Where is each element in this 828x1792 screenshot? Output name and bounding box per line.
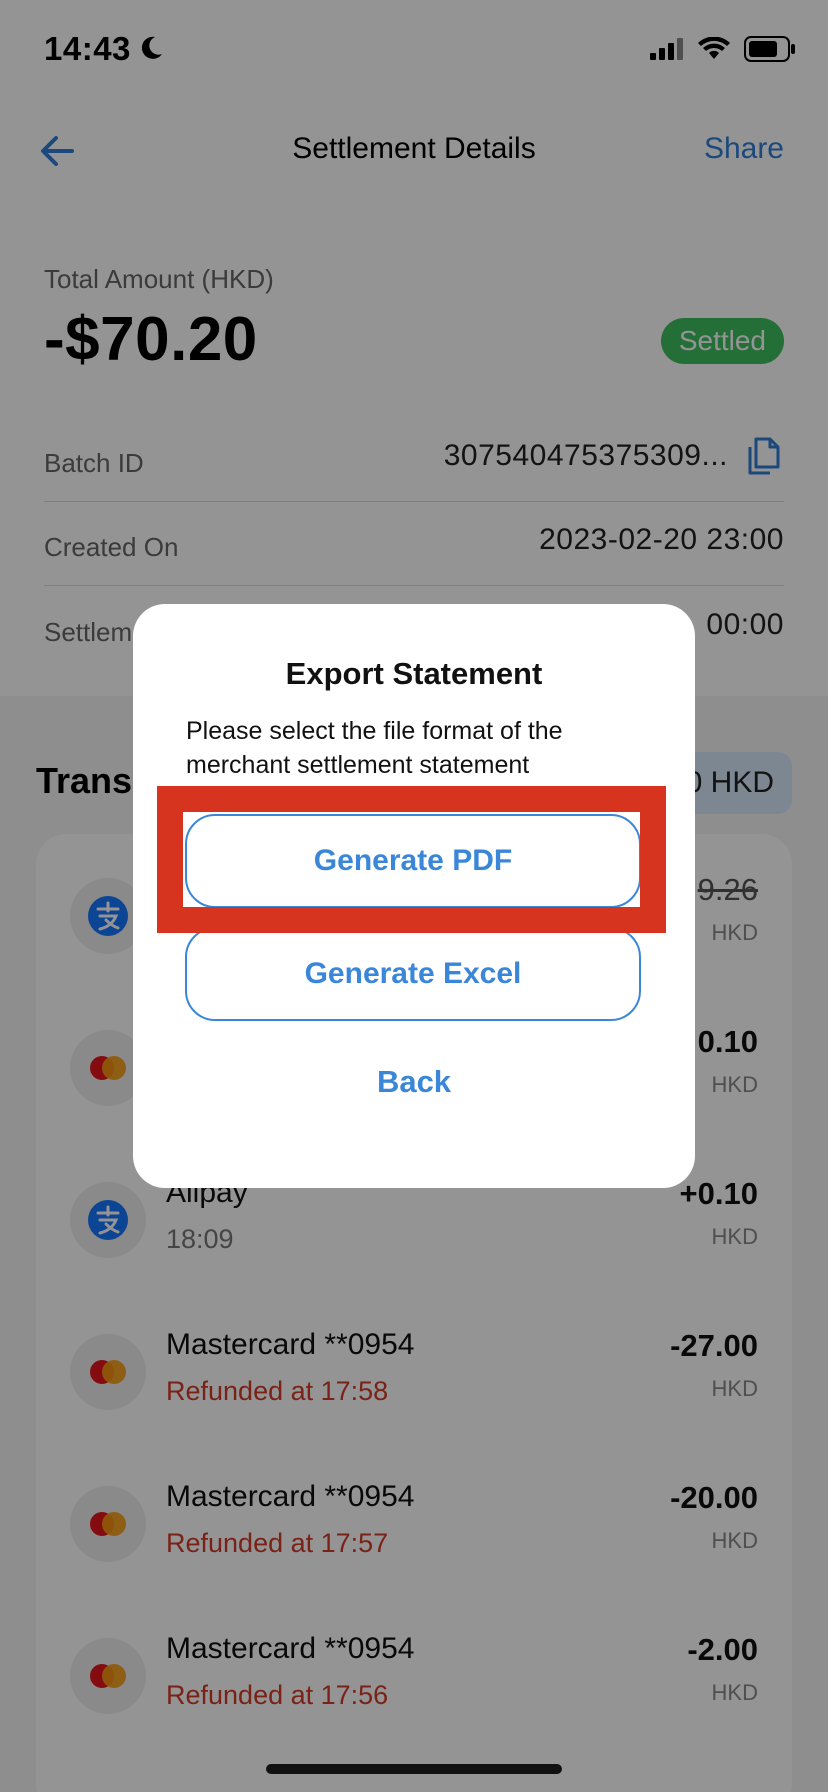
dialog-description: Please select the file format of the mer…	[186, 717, 563, 779]
highlight-box	[157, 786, 666, 933]
back-button[interactable]: Back	[133, 1064, 695, 1100]
dialog-title: Export Statement	[285, 656, 543, 691]
home-indicator	[266, 1764, 562, 1774]
generate-excel-button[interactable]: Generate Excel	[185, 927, 641, 1021]
